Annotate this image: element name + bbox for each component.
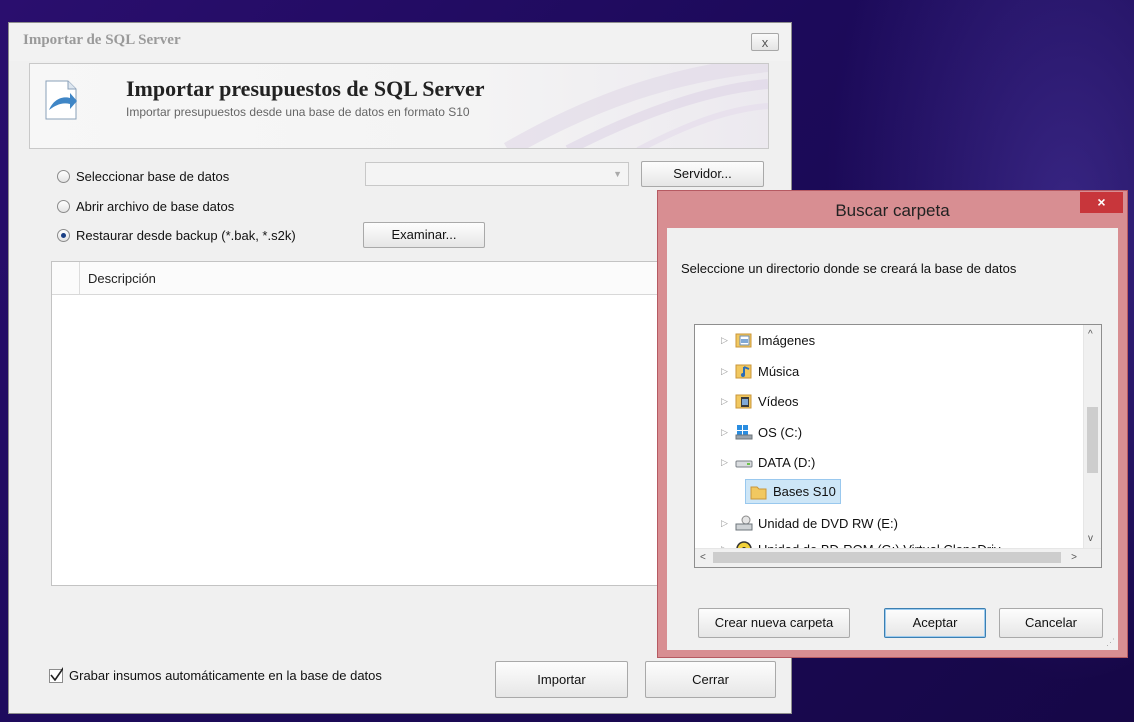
pictures-folder-icon xyxy=(735,333,752,348)
auto-save-option[interactable]: Grabar insumos automáticamente en la bas… xyxy=(49,666,382,683)
browse-folder-dialog: Buscar carpeta × Seleccione un directori… xyxy=(657,190,1128,658)
header-subtitle: Importar presupuestos desde una base de … xyxy=(126,105,470,119)
radio-restore-backup[interactable] xyxy=(57,228,70,242)
option-open-database-file[interactable]: Abrir archivo de base datos xyxy=(57,196,234,216)
column-header-description[interactable]: Descripción xyxy=(88,271,156,286)
expand-arrow-icon[interactable]: ▷ xyxy=(721,427,731,438)
expand-arrow-icon[interactable]: ▷ xyxy=(721,366,731,377)
scroll-down-icon[interactable]: v xyxy=(1088,533,1093,544)
folder-icon xyxy=(750,486,767,499)
music-folder-icon xyxy=(735,364,752,379)
tree-item-bases-s10[interactable]: Bases S10 xyxy=(745,479,841,504)
tree-item-label: Imágenes xyxy=(758,332,816,348)
new-folder-button[interactable]: Crear nueva carpeta xyxy=(698,608,850,638)
scroll-right-icon[interactable]: > xyxy=(1071,552,1077,563)
option-restore-backup[interactable]: Restaurar desde backup (*.bak, *.s2k) xyxy=(57,225,296,245)
expand-arrow-icon[interactable]: ▷ xyxy=(721,396,731,407)
tree-item-music[interactable]: ▷ Música xyxy=(721,359,799,383)
tree-item-dvd-e[interactable]: ▷ Unidad de DVD RW (E:) xyxy=(721,511,898,535)
videos-folder-icon xyxy=(735,394,752,409)
option-select-database[interactable]: Seleccionar base de datos xyxy=(57,166,229,186)
close-button[interactable]: Cerrar xyxy=(645,661,776,698)
horizontal-scroll-thumb[interactable] xyxy=(713,552,1061,563)
header-title: Importar presupuestos de SQL Server xyxy=(126,76,485,101)
main-titlebar[interactable]: Importar de SQL Server x xyxy=(9,23,791,61)
tree-item-label: Unidad de DVD RW (E:) xyxy=(758,515,898,531)
database-select[interactable]: ▼ xyxy=(365,162,629,186)
hard-drive-icon xyxy=(735,460,753,468)
tree-item-videos[interactable]: ▷ Vídeos xyxy=(721,389,798,413)
option-label: Abrir archivo de base datos xyxy=(76,198,235,214)
tree-item-label: Vídeos xyxy=(758,393,799,409)
tree-item-os-c[interactable]: ▷ OS (C:) xyxy=(721,420,802,444)
database-import-icon xyxy=(45,80,77,120)
dialog-body: Seleccione un directorio donde se creará… xyxy=(667,228,1118,650)
expand-arrow-icon[interactable]: ▷ xyxy=(721,457,731,468)
chevron-down-icon: ▼ xyxy=(613,169,622,179)
option-label: Seleccionar base de datos xyxy=(76,168,230,184)
checkmark-icon xyxy=(50,666,63,681)
resize-grip-icon[interactable]: ⋰ xyxy=(1106,637,1115,648)
dialog-close-button[interactable]: × xyxy=(1080,192,1123,213)
header-panel: Importar presupuestos de SQL Server Impo… xyxy=(29,63,769,149)
radio-open-database-file[interactable] xyxy=(57,199,70,213)
tree-item-label: OS (C:) xyxy=(758,424,803,440)
server-button[interactable]: Servidor... xyxy=(641,161,764,187)
tree-item-label: DATA (D:) xyxy=(758,454,816,470)
tree-item-data-d[interactable]: ▷ DATA (D:) xyxy=(721,450,815,474)
scroll-up-icon[interactable]: ^ xyxy=(1088,329,1093,340)
tree-item-label: Música xyxy=(758,363,800,379)
scroll-left-icon[interactable]: < xyxy=(700,552,706,563)
cancel-button[interactable]: Cancelar xyxy=(999,608,1103,638)
radio-select-database[interactable] xyxy=(57,169,70,183)
vertical-scrollbar[interactable]: ^ v xyxy=(1083,325,1101,549)
vertical-scroll-thumb[interactable] xyxy=(1087,407,1098,473)
horizontal-scrollbar[interactable]: < > xyxy=(695,548,1101,567)
option-label: Restaurar desde backup (*.bak, *.s2k) xyxy=(76,227,296,243)
dvd-drive-icon xyxy=(735,515,753,531)
expand-arrow-icon[interactable]: ▷ xyxy=(721,518,731,529)
window-title: Importar de SQL Server xyxy=(23,32,181,48)
close-window-button[interactable]: x xyxy=(751,33,779,51)
tree-item-pictures[interactable]: ▷ Imágenes xyxy=(721,328,815,352)
auto-save-checkbox[interactable] xyxy=(49,666,63,683)
auto-save-label: Grabar insumos automáticamente en la bas… xyxy=(69,668,382,683)
browse-button[interactable]: Examinar... xyxy=(363,222,485,248)
folder-tree[interactable]: ▷ Imágenes ▷ Música ▷ Vídeos ▷ OS (C:) ▷… xyxy=(694,324,1102,568)
row-indicator-column xyxy=(52,262,80,294)
dialog-instruction: Seleccione un directorio donde se creará… xyxy=(681,261,1017,276)
dialog-title: Buscar carpeta xyxy=(835,201,950,220)
expand-arrow-icon[interactable]: ▷ xyxy=(721,335,731,346)
import-button[interactable]: Importar xyxy=(495,661,628,698)
accept-button[interactable]: Aceptar xyxy=(884,608,986,638)
windows-drive-icon xyxy=(735,425,753,440)
tree-item-label: Bases S10 xyxy=(773,484,836,499)
